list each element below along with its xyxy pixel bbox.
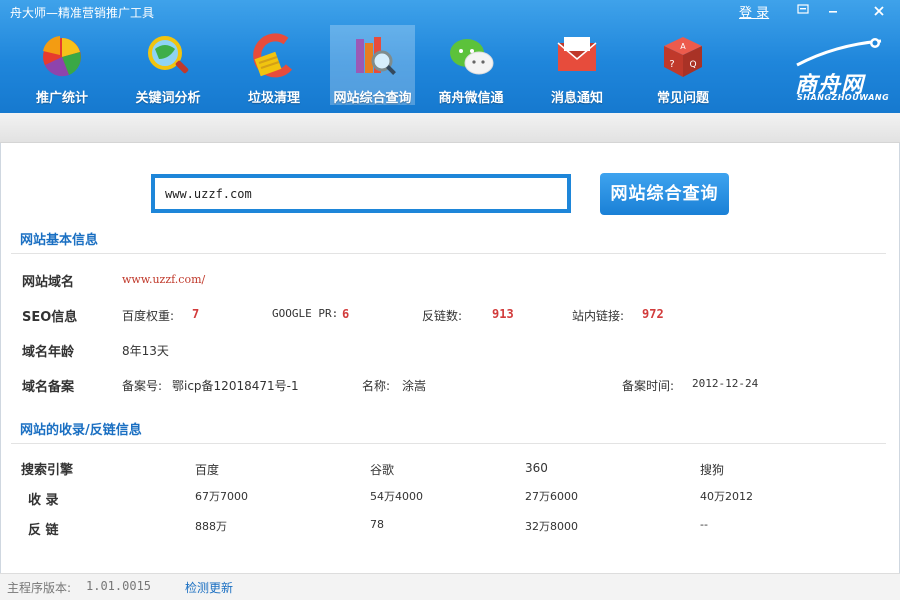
indexed-row-label: 收 录 (28, 493, 59, 508)
nav-item-label: 网站综合查询 (333, 91, 412, 106)
nav-item-site-query[interactable]: 网站综合查询 (330, 25, 415, 106)
nav-item-wechat[interactable]: 商舟微信通 (421, 25, 521, 106)
main-content: 网站综合查询 网站基本信息 网站域名 www.uzzf.com/ SEO信息 百… (0, 143, 900, 573)
menu-icon[interactable] (792, 2, 814, 22)
minimize-icon[interactable] (822, 2, 844, 22)
backlink-360: 32万8000 (525, 520, 578, 533)
broom-icon (253, 33, 293, 78)
icp-label: 域名备案 (22, 380, 75, 395)
pie-chart-icon (43, 36, 81, 77)
icp-time-value: 2012-12-24 (692, 377, 759, 390)
icp-number-label: 备案号: (122, 379, 163, 393)
table-header-google: 谷歌 (370, 463, 395, 477)
site-query-button[interactable]: 网站综合查询 (600, 173, 729, 215)
table-header-sogou: 搜狗 (700, 463, 725, 477)
table-header-360: 360 (525, 461, 548, 475)
logo-subtext: SHANGZHOUWANG (797, 93, 890, 102)
indexed-360: 27万6000 (525, 490, 578, 503)
nav-item-label: 垃圾清理 (247, 91, 300, 106)
baidu-weight-value: 7 (192, 307, 200, 321)
magnifier-globe-icon (148, 36, 189, 74)
logo-swoosh-icon (796, 38, 882, 67)
indexed-baidu: 67万7000 (195, 490, 248, 503)
nav-item-label: 常见问题 (656, 91, 709, 106)
baidu-weight-label: 百度权重: (122, 309, 175, 323)
nav-item-cleanup[interactable]: 垃圾清理 (224, 25, 324, 106)
login-link[interactable]: 登 录 (739, 2, 769, 21)
table-header-baidu: 百度 (195, 463, 220, 477)
top-header: 舟大师—精准营销推广工具 登 录 推广统计 关键词分析 垃圾清理 网站综合查询 … (0, 0, 900, 113)
title-bar: 舟大师—精准营销推广工具 登 录 (0, 0, 900, 24)
svg-text:Q: Q (689, 60, 696, 70)
google-pr-label: GOOGLE PR: (272, 307, 339, 320)
icp-time-label: 备案时间: (622, 379, 675, 393)
books-search-icon (355, 37, 396, 75)
version-value: 1.01.0015 (86, 579, 152, 593)
icp-name-label: 名称: (362, 379, 391, 393)
indexed-sogou: 40万2012 (700, 490, 753, 503)
brand-logo: 商舟网 SHANGZHOUWANG (785, 35, 895, 105)
status-bar: 主程序版本: 1.01.0015 检测更新 (0, 573, 900, 600)
version-label: 主程序版本: (7, 581, 72, 595)
nav-item-stats[interactable]: 推广统计 (12, 25, 112, 106)
basic-info-title: 网站基本信息 (20, 233, 99, 248)
app-title: 舟大师—精准营销推广工具 (10, 6, 155, 20)
faq-cube-icon: A ? Q (664, 37, 702, 77)
svg-text:A: A (680, 42, 686, 51)
google-pr-value: 6 (342, 307, 350, 321)
section-divider (11, 443, 886, 444)
backlink-sogou: -- (700, 518, 708, 531)
indexed-google: 54万4000 (370, 490, 423, 503)
nav-item-label: 消息通知 (550, 91, 603, 106)
domain-link[interactable]: www.uzzf.com/ (122, 273, 205, 286)
icp-name-value: 涂嵩 (402, 379, 427, 393)
nav-item-label: 商舟微信通 (438, 91, 504, 106)
backlink-google: 78 (370, 518, 384, 531)
search-box (151, 174, 571, 213)
backlinks-value: 913 (492, 307, 514, 321)
domain-label: 网站域名 (22, 275, 75, 290)
close-icon[interactable] (868, 2, 890, 22)
domain-age-label: 域名年龄 (22, 345, 75, 360)
internal-links-value: 972 (642, 307, 664, 321)
seo-label: SEO信息 (22, 310, 78, 325)
nav-item-keywords[interactable]: 关键词分析 (118, 25, 218, 106)
main-toolbar: 推广统计 关键词分析 垃圾清理 网站综合查询 商舟微信通 消息通知 A ? Q … (12, 25, 739, 106)
svg-text:?: ? (669, 59, 674, 70)
table-header-engine: 搜索引擎 (21, 463, 74, 478)
wechat-icon (450, 39, 494, 75)
backlinks-label: 反链数: (422, 309, 463, 323)
nav-item-label: 关键词分析 (135, 91, 201, 106)
envelope-icon (557, 37, 597, 71)
section-divider (11, 253, 886, 254)
nav-item-label: 推广统计 (35, 91, 88, 106)
backlink-baidu: 888万 (195, 520, 227, 533)
index-info-title: 网站的收录/反链信息 (20, 423, 142, 438)
icp-number-value: 鄂icp备12018471号-1 (172, 379, 299, 393)
check-update-link[interactable]: 检测更新 (185, 579, 233, 596)
domain-search-input[interactable] (155, 178, 567, 209)
domain-age-value: 8年13天 (122, 344, 169, 358)
nav-item-notifications[interactable]: 消息通知 (527, 25, 627, 106)
toolbar-divider-strip (0, 113, 900, 143)
nav-item-faq[interactable]: A ? Q 常见问题 (633, 25, 733, 106)
backlink-row-label: 反 链 (28, 523, 59, 538)
internal-links-label: 站内链接: (572, 309, 625, 323)
